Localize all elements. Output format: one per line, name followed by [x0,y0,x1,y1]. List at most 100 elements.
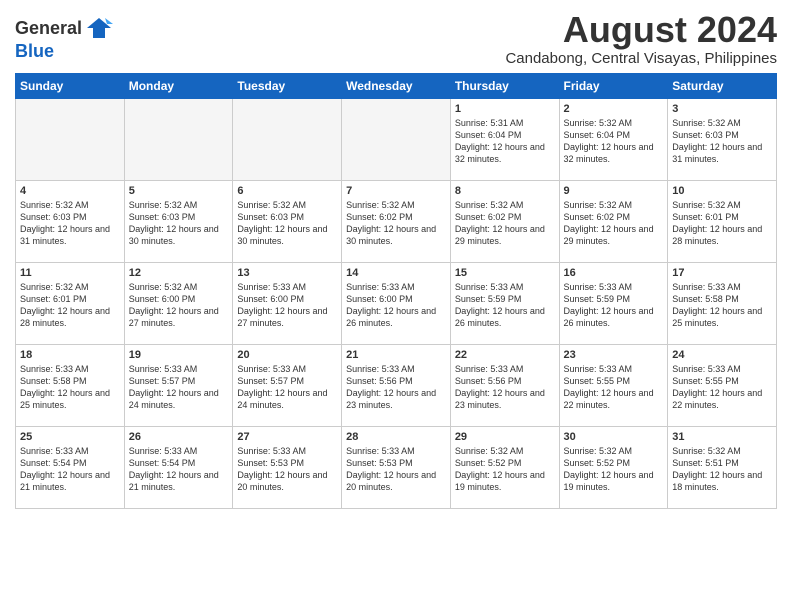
day-number: 22 [455,349,555,361]
day-number: 24 [672,349,772,361]
logo-text-blue: Blue [15,41,54,61]
day-number: 14 [346,267,446,279]
logo-text-general: General [15,19,82,37]
cell-info: Sunrise: 5:33 AMSunset: 5:53 PMDaylight:… [237,446,327,492]
calendar-cell: 30Sunrise: 5:32 AMSunset: 5:52 PMDayligh… [559,426,668,508]
day-number: 26 [129,431,229,443]
calendar-cell: 1Sunrise: 5:31 AMSunset: 6:04 PMDaylight… [450,98,559,180]
cell-info: Sunrise: 5:32 AMSunset: 6:01 PMDaylight:… [672,200,762,246]
cell-info: Sunrise: 5:32 AMSunset: 6:02 PMDaylight:… [455,200,545,246]
cell-info: Sunrise: 5:33 AMSunset: 6:00 PMDaylight:… [237,282,327,328]
cell-info: Sunrise: 5:32 AMSunset: 5:52 PMDaylight:… [455,446,545,492]
calendar-cell: 17Sunrise: 5:33 AMSunset: 5:58 PMDayligh… [668,262,777,344]
cell-info: Sunrise: 5:33 AMSunset: 5:55 PMDaylight:… [672,364,762,410]
calendar-cell [342,98,451,180]
calendar-cell: 3 Sunrise: 5:32 AMSunset: 6:03 PMDaylight… [668,98,777,180]
calendar-cell: 9 Sunrise: 5:32 AMSunset: 6:02 PMDaylight… [559,180,668,262]
calendar-cell: 7 Sunrise: 5:32 AMSunset: 6:02 PMDaylight… [342,180,451,262]
day-number: 19 [129,349,229,361]
calendar-table: SundayMondayTuesdayWednesdayThursdayFrid… [15,73,777,509]
calendar-cell: 5Sunrise: 5:32 AMSunset: 6:03 PMDaylight… [124,180,233,262]
cell-info: Sunrise: 5:33 AMSunset: 5:57 PMDaylight:… [129,364,219,410]
cell-info: Sunrise: 5:32 AMSunset: 6:00 PMDaylight:… [129,282,219,328]
cell-info: Sunrise: 5:33 AMSunset: 5:53 PMDaylight:… [346,446,436,492]
day-number: 30 [564,431,664,443]
day-number: 6 [237,185,337,197]
calendar-cell: 6 Sunrise: 5:32 AMSunset: 6:03 PMDaylight… [233,180,342,262]
calendar-cell: 11 Sunrise: 5:32 AMSunset: 6:01 PMDayligh… [16,262,125,344]
cell-info: Sunrise: 5:33 AMSunset: 5:59 PMDaylight:… [455,282,545,328]
weekday-header-thursday: Thursday [450,73,559,98]
calendar-week-row: 4 Sunrise: 5:32 AMSunset: 6:03 PMDaylight… [16,180,777,262]
day-number: 16 [564,267,664,279]
calendar-cell: 22 Sunrise: 5:33 AMSunset: 5:56 PMDayligh… [450,344,559,426]
month-year-title: August 2024 [505,10,777,50]
calendar-cell: 28 Sunrise: 5:33 AMSunset: 5:53 PMDayligh… [342,426,451,508]
calendar-cell: 25Sunrise: 5:33 AMSunset: 5:54 PMDayligh… [16,426,125,508]
day-number: 5 [129,185,229,197]
weekday-header-monday: Monday [124,73,233,98]
cell-info: Sunrise: 5:33 AMSunset: 5:59 PMDaylight:… [564,282,654,328]
weekday-header-wednesday: Wednesday [342,73,451,98]
day-number: 2 [564,103,664,115]
day-number: 29 [455,431,555,443]
weekday-header-saturday: Saturday [668,73,777,98]
day-number: 3 [672,103,772,115]
weekday-header-tuesday: Tuesday [233,73,342,98]
calendar-cell: 27 Sunrise: 5:33 AMSunset: 5:53 PMDayligh… [233,426,342,508]
calendar-week-row: 11 Sunrise: 5:32 AMSunset: 6:01 PMDayligh… [16,262,777,344]
cell-info: Sunrise: 5:32 AMSunset: 6:03 PMDaylight:… [237,200,327,246]
weekday-header-row: SundayMondayTuesdayWednesdayThursdayFrid… [16,73,777,98]
calendar-cell: 23Sunrise: 5:33 AMSunset: 5:55 PMDayligh… [559,344,668,426]
calendar-cell: 2 Sunrise: 5:32 AMSunset: 6:04 PMDaylight… [559,98,668,180]
cell-info: Sunrise: 5:33 AMSunset: 6:00 PMDaylight:… [346,282,436,328]
day-number: 13 [237,267,337,279]
calendar-cell: 19 Sunrise: 5:33 AMSunset: 5:57 PMDayligh… [124,344,233,426]
calendar-cell [124,98,233,180]
cell-info: Sunrise: 5:33 AMSunset: 5:57 PMDaylight:… [237,364,327,410]
calendar-cell: 18 Sunrise: 5:33 AMSunset: 5:58 PMDayligh… [16,344,125,426]
day-number: 21 [346,349,446,361]
calendar-cell: 16 Sunrise: 5:33 AMSunset: 5:59 PMDayligh… [559,262,668,344]
calendar-cell: 20 Sunrise: 5:33 AMSunset: 5:57 PMDayligh… [233,344,342,426]
calendar-cell: 29 Sunrise: 5:32 AMSunset: 5:52 PMDayligh… [450,426,559,508]
cell-info: Sunrise: 5:32 AMSunset: 6:04 PMDaylight:… [564,118,654,164]
page-header: General Blue August 2024 Candabong, Cent… [15,10,777,67]
calendar-cell: 10 Sunrise: 5:32 AMSunset: 6:01 PMDayligh… [668,180,777,262]
cell-info: Sunrise: 5:32 AMSunset: 6:02 PMDaylight:… [346,200,436,246]
title-block: August 2024 Candabong, Central Visayas, … [505,10,777,67]
day-number: 4 [20,185,120,197]
cell-info: Sunrise: 5:33 AMSunset: 5:56 PMDaylight:… [455,364,545,410]
cell-info: Sunrise: 5:32 AMSunset: 6:03 PMDaylight:… [20,200,110,246]
calendar-cell: 31Sunrise: 5:32 AMSunset: 5:51 PMDayligh… [668,426,777,508]
day-number: 1 [455,103,555,115]
calendar-cell: 24 Sunrise: 5:33 AMSunset: 5:55 PMDayligh… [668,344,777,426]
day-number: 9 [564,185,664,197]
day-number: 15 [455,267,555,279]
calendar-week-row: 18 Sunrise: 5:33 AMSunset: 5:58 PMDayligh… [16,344,777,426]
cell-info: Sunrise: 5:32 AMSunset: 6:01 PMDaylight:… [20,282,110,328]
calendar-cell: 26 Sunrise: 5:33 AMSunset: 5:54 PMDayligh… [124,426,233,508]
logo-bird-icon [85,14,113,42]
cell-info: Sunrise: 5:32 AMSunset: 6:03 PMDaylight:… [672,118,762,164]
calendar-cell: 12Sunrise: 5:32 AMSunset: 6:00 PMDayligh… [124,262,233,344]
day-number: 18 [20,349,120,361]
day-number: 7 [346,185,446,197]
day-number: 8 [455,185,555,197]
logo: General Blue [15,14,113,62]
day-number: 28 [346,431,446,443]
cell-info: Sunrise: 5:33 AMSunset: 5:58 PMDaylight:… [672,282,762,328]
day-number: 10 [672,185,772,197]
cell-info: Sunrise: 5:32 AMSunset: 5:51 PMDaylight:… [672,446,762,492]
day-number: 27 [237,431,337,443]
cell-info: Sunrise: 5:33 AMSunset: 5:55 PMDaylight:… [564,364,654,410]
calendar-cell [233,98,342,180]
calendar-cell: 14 Sunrise: 5:33 AMSunset: 6:00 PMDayligh… [342,262,451,344]
day-number: 20 [237,349,337,361]
day-number: 11 [20,267,120,279]
calendar-cell: 21Sunrise: 5:33 AMSunset: 5:56 PMDayligh… [342,344,451,426]
cell-info: Sunrise: 5:33 AMSunset: 5:54 PMDaylight:… [129,446,219,492]
cell-info: Sunrise: 5:33 AMSunset: 5:58 PMDaylight:… [20,364,110,410]
calendar-cell: 8 Sunrise: 5:32 AMSunset: 6:02 PMDaylight… [450,180,559,262]
cell-info: Sunrise: 5:32 AMSunset: 6:02 PMDaylight:… [564,200,654,246]
